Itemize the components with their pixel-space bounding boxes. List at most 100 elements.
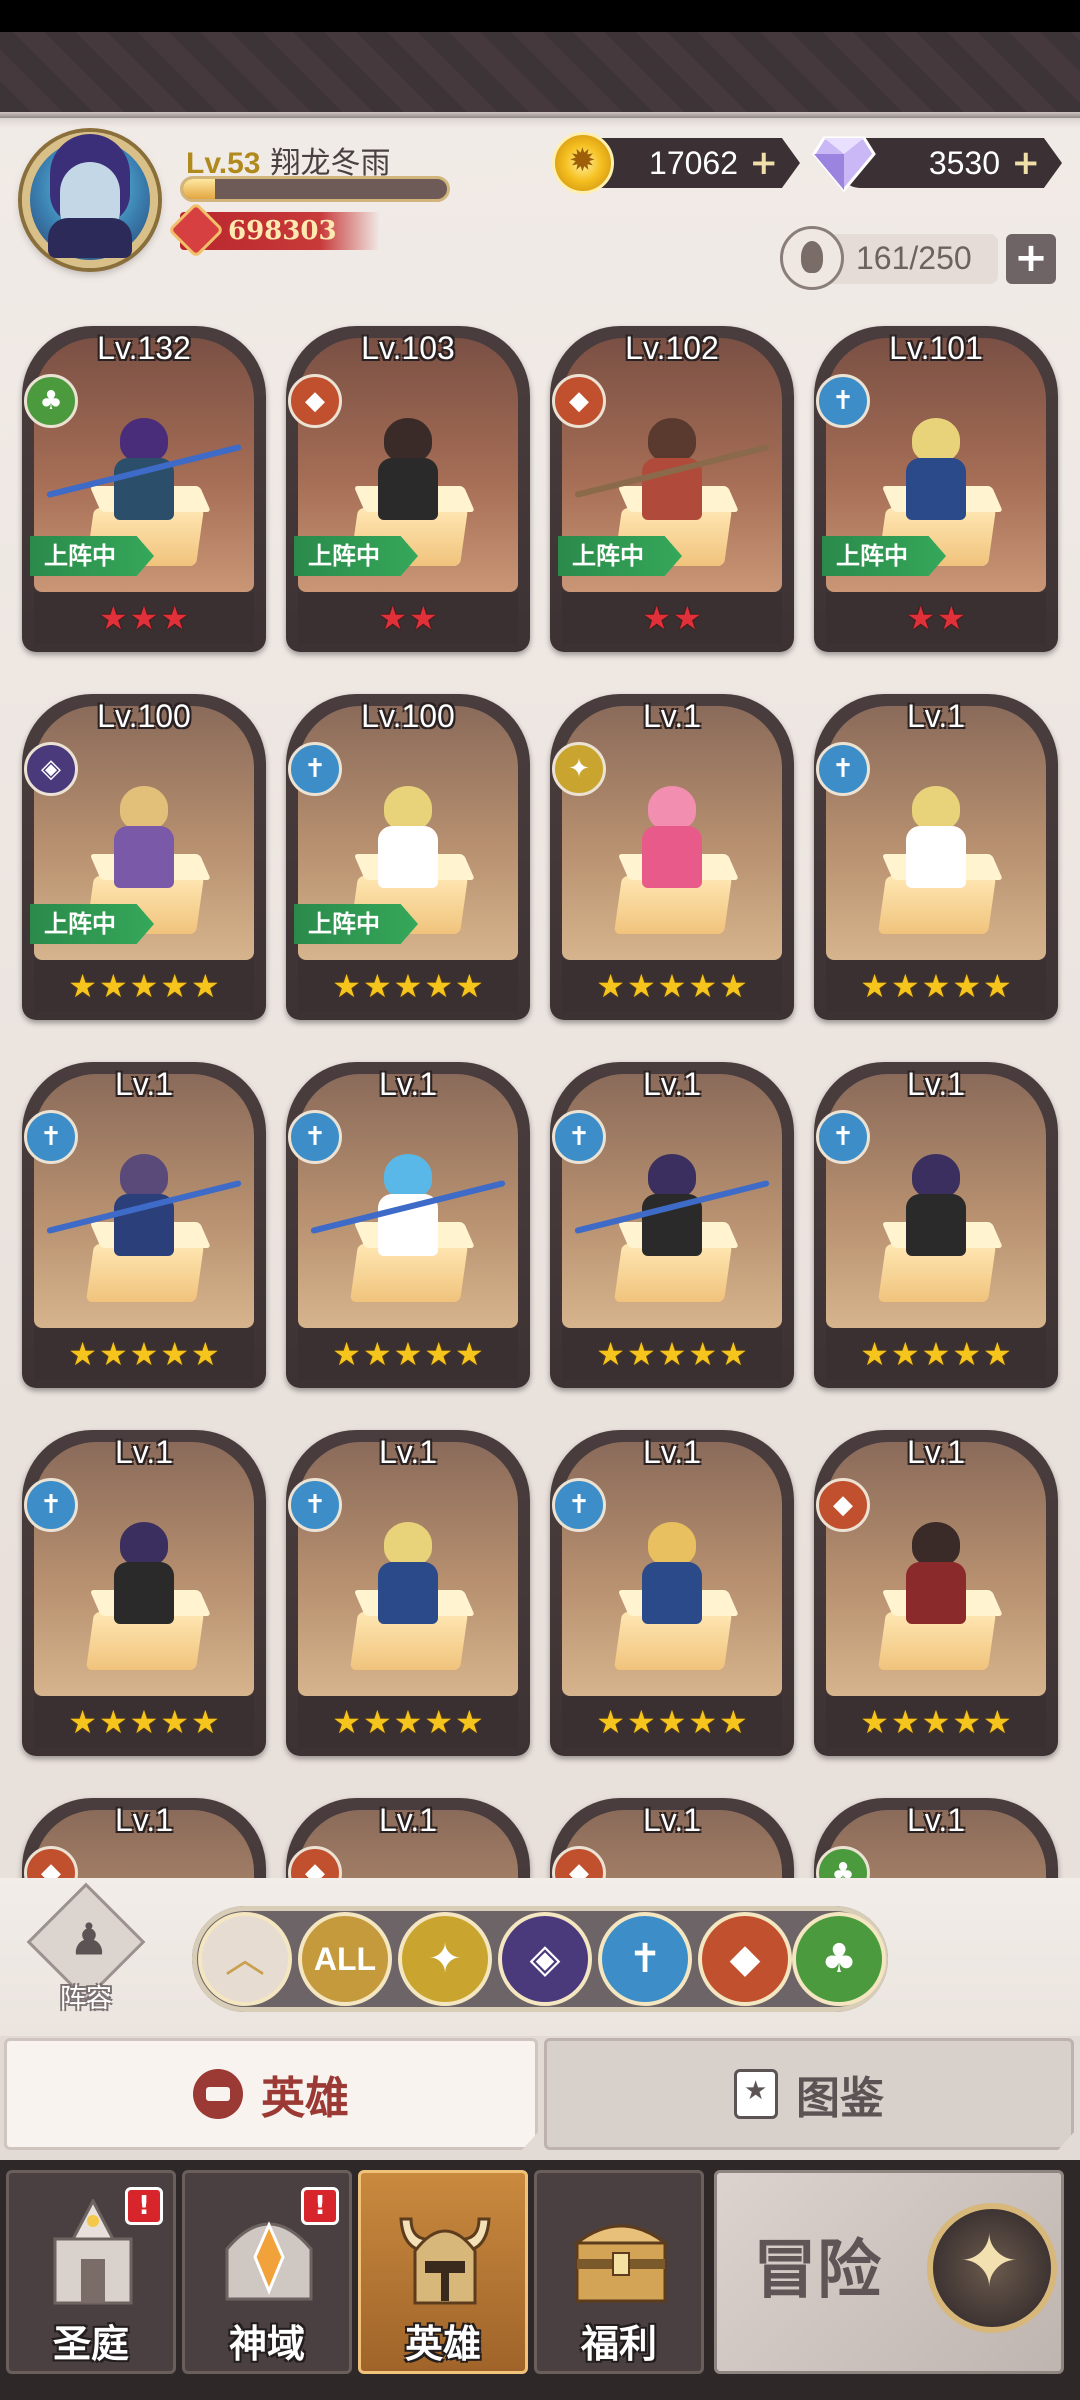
- formation-button[interactable]: 阵容: [26, 1882, 146, 2014]
- star-icon: ★: [160, 967, 190, 1005]
- star-icon: ★: [332, 967, 361, 1005]
- hero-sprite-head: [912, 786, 960, 830]
- holy-icon: ✝: [628, 1936, 662, 1982]
- nav-welfare[interactable]: 福利: [534, 2170, 704, 2374]
- hero-sprite-head: [384, 1154, 432, 1198]
- hero-card[interactable]: Lv.1 ✝ ★ ★ ★ ★ ★: [814, 1052, 1058, 1388]
- hero-card[interactable]: Lv.1 ◆: [286, 1788, 530, 1878]
- hero-sprite: [368, 418, 448, 528]
- exp-bar: [180, 176, 450, 202]
- horned-helmet-icon: [399, 2217, 491, 2305]
- star-book-icon: [734, 2069, 778, 2119]
- combat-power: 698303: [167, 201, 380, 259]
- nav-heroes-label: 英雄: [404, 2322, 481, 2366]
- hero-level: Lv.1: [642, 698, 702, 734]
- hero-card[interactable]: Lv.1 ✝ ★ ★ ★ ★ ★: [286, 1420, 530, 1756]
- gold-coin-icon: [552, 132, 614, 194]
- star-icon: ★: [626, 1703, 656, 1741]
- star-icon: ★: [860, 967, 889, 1005]
- diamond-icon: [812, 136, 876, 192]
- star-icon: ★: [393, 1703, 423, 1741]
- star-icon: ★: [191, 1335, 220, 1373]
- star-icon: ★: [860, 1703, 889, 1741]
- player-avatar[interactable]: [22, 132, 158, 268]
- deployed-tag: 上阵中: [30, 536, 154, 576]
- hero-card-portrait: [298, 1442, 518, 1696]
- hero-stars: ★ ★: [562, 592, 782, 644]
- hero-sprite-head: [648, 786, 696, 830]
- hero-card[interactable]: Lv.100 ◈ 上阵中 ★ ★ ★ ★ ★: [22, 684, 266, 1020]
- expand-capacity-button[interactable]: +: [1006, 234, 1056, 284]
- hero-card[interactable]: Lv.1 ♣: [814, 1788, 1058, 1878]
- hero-stars: ★ ★ ★ ★ ★: [562, 960, 782, 1012]
- hero-card[interactable]: Lv.1 ◆: [22, 1788, 266, 1878]
- star-icon: ★: [129, 1703, 159, 1741]
- filter-dark-button[interactable]: ◈: [498, 1912, 592, 2006]
- star-icon: ★: [626, 967, 656, 1005]
- hero-sprite: [896, 1154, 976, 1264]
- hero-sprite-body: [642, 1562, 702, 1624]
- hero-card[interactable]: Lv.1 ◆: [550, 1788, 794, 1878]
- star-icon: ★: [424, 1703, 454, 1741]
- filter-beast-button[interactable]: ◆: [698, 1912, 792, 2006]
- filter-nature-button[interactable]: ♣: [792, 1912, 886, 2006]
- holy-icon: ✝: [816, 742, 870, 796]
- star-icon: ★: [160, 1335, 190, 1373]
- star-icon: ★: [378, 599, 407, 637]
- star-icon: ★: [596, 967, 625, 1005]
- hero-card-portrait: [562, 1074, 782, 1328]
- holy-icon: ✝: [24, 1110, 78, 1164]
- nav-sanctum[interactable]: ! 圣庭: [6, 2170, 176, 2374]
- nav-divine-realm[interactable]: ! 神域: [182, 2170, 352, 2374]
- treasure-chest-icon: [572, 2224, 670, 2303]
- hero-card[interactable]: Lv.100 ✝ 上阵中 ★ ★ ★ ★ ★: [286, 684, 530, 1020]
- star-icon: ★: [890, 1703, 920, 1741]
- nature-icon: ♣: [24, 374, 78, 428]
- hero-card-portrait: [34, 1074, 254, 1328]
- hero-card[interactable]: Lv.1 ✦ ★ ★ ★ ★ ★: [550, 684, 794, 1020]
- hero-sprite: [368, 786, 448, 896]
- hero-level: Lv.100: [361, 698, 455, 734]
- hero-card[interactable]: Lv.103 ◆ 上阵中 ★ ★: [286, 316, 530, 652]
- hero-card[interactable]: Lv.1 ✝ ★ ★ ★ ★ ★: [22, 1052, 266, 1388]
- hero-card[interactable]: Lv.1 ✝ ★ ★ ★ ★ ★: [814, 684, 1058, 1020]
- hero-card[interactable]: Lv.102 ◆ 上阵中 ★ ★: [550, 316, 794, 652]
- adventure-button[interactable]: 冒险: [714, 2170, 1064, 2374]
- adventure-label: 冒险: [753, 2234, 881, 2308]
- star-icon: ★: [98, 967, 128, 1005]
- nav-heroes[interactable]: 英雄: [358, 2170, 528, 2374]
- hero-card[interactable]: Lv.1 ✝ ★ ★ ★ ★ ★: [22, 1420, 266, 1756]
- star-icon: ★: [409, 599, 438, 637]
- hero-stars: ★ ★ ★ ★ ★: [562, 1696, 782, 1748]
- filter-all-button[interactable]: ALL: [298, 1912, 392, 2006]
- beast-icon: ◆: [729, 1936, 761, 1982]
- hero-card-portrait: [826, 706, 1046, 960]
- hero-sprite-head: [120, 1522, 168, 1566]
- hero-silhouette-icon: [780, 226, 844, 290]
- hero-card[interactable]: Lv.1 ✝ ★ ★ ★ ★ ★: [550, 1052, 794, 1388]
- filter-holy-button[interactable]: ✝: [598, 1912, 692, 2006]
- star-icon: ★: [68, 1335, 97, 1373]
- hero-sprite: [46, 1154, 242, 1264]
- hero-sprite-body: [906, 1194, 966, 1256]
- hero-card[interactable]: Lv.132 ♣ 上阵中 ★ ★ ★: [22, 316, 266, 652]
- star-icon: ★: [424, 967, 454, 1005]
- hero-sprite-head: [648, 1522, 696, 1566]
- status-bar: [0, 0, 1080, 32]
- hero-level: Lv.1: [906, 698, 966, 734]
- sort-toggle-button[interactable]: ︿: [198, 1912, 292, 2006]
- add-gem-button[interactable]: +: [1012, 145, 1041, 181]
- filter-light-button[interactable]: ✦: [398, 1912, 492, 2006]
- add-gold-button[interactable]: +: [750, 145, 779, 181]
- tab-hero[interactable]: 英雄: [4, 2038, 538, 2150]
- hero-card[interactable]: Lv.101 ✝ 上阵中 ★ ★: [814, 316, 1058, 652]
- hero-card[interactable]: Lv.1 ✝ ★ ★ ★ ★ ★: [286, 1052, 530, 1388]
- star-icon: ★: [937, 599, 966, 637]
- hero-stars: ★ ★ ★ ★ ★: [34, 960, 254, 1012]
- combat-power-icon: [167, 201, 225, 259]
- star-icon: ★: [362, 1703, 392, 1741]
- hero-stars: ★ ★: [298, 592, 518, 644]
- hero-card[interactable]: Lv.1 ◆ ★ ★ ★ ★ ★: [814, 1420, 1058, 1756]
- tab-compendium[interactable]: 图鉴: [544, 2038, 1074, 2150]
- hero-card[interactable]: Lv.1 ✝ ★ ★ ★ ★ ★: [550, 1420, 794, 1756]
